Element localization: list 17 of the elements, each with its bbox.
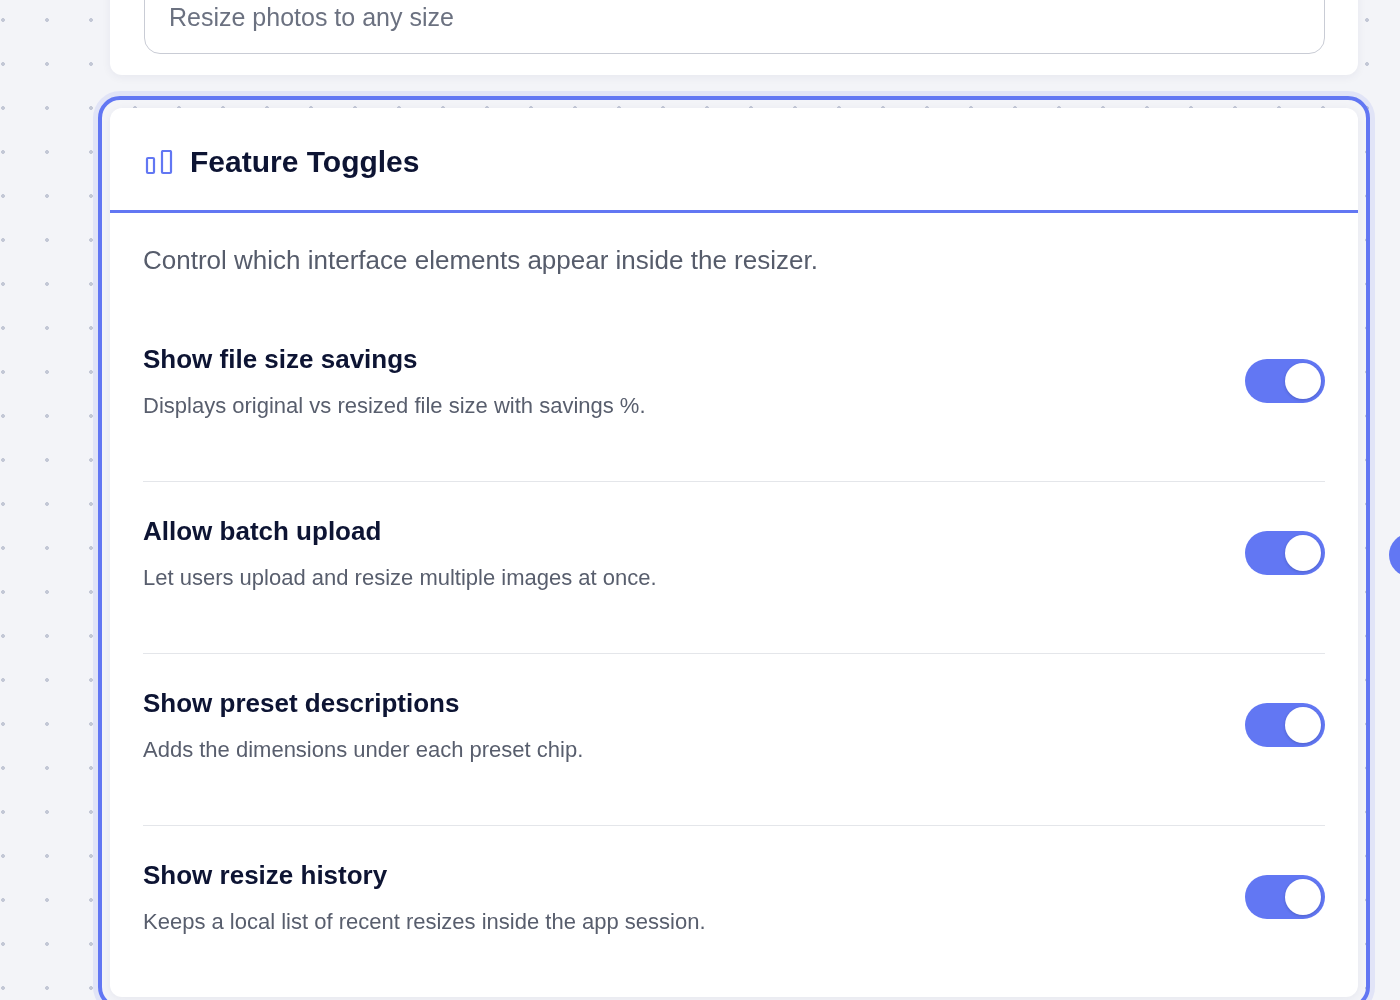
toggle-description: Let users upload and resize multiple images at once. [143, 564, 657, 592]
text-field[interactable]: Resize photos to any size [144, 0, 1325, 54]
handle-icon[interactable] [1389, 533, 1400, 577]
toggle-label: Show preset descriptions [143, 687, 461, 720]
toggle-label: Show resize history [143, 859, 389, 892]
card-title: Feature Toggles [190, 144, 420, 180]
toggle-label: Allow batch upload [143, 515, 383, 548]
toggle-description: Keeps a local list of recent resizes inside the app session. [143, 908, 706, 936]
toggle-switch[interactable] [1245, 703, 1325, 747]
toggle-description: Adds the dimensions under each preset chip. [143, 736, 584, 764]
toggle-switch[interactable] [1245, 359, 1325, 403]
toggle-switch[interactable] [1245, 875, 1325, 919]
toggle-label: Show file size savings [143, 343, 419, 376]
bar-chart-icon [145, 149, 173, 175]
toggle-switch[interactable] [1245, 531, 1325, 575]
toggle-description: Displays original vs resized file size with savings %. [143, 392, 646, 420]
card-description: Control which interface elements appear inside the resizer. [143, 245, 819, 275]
